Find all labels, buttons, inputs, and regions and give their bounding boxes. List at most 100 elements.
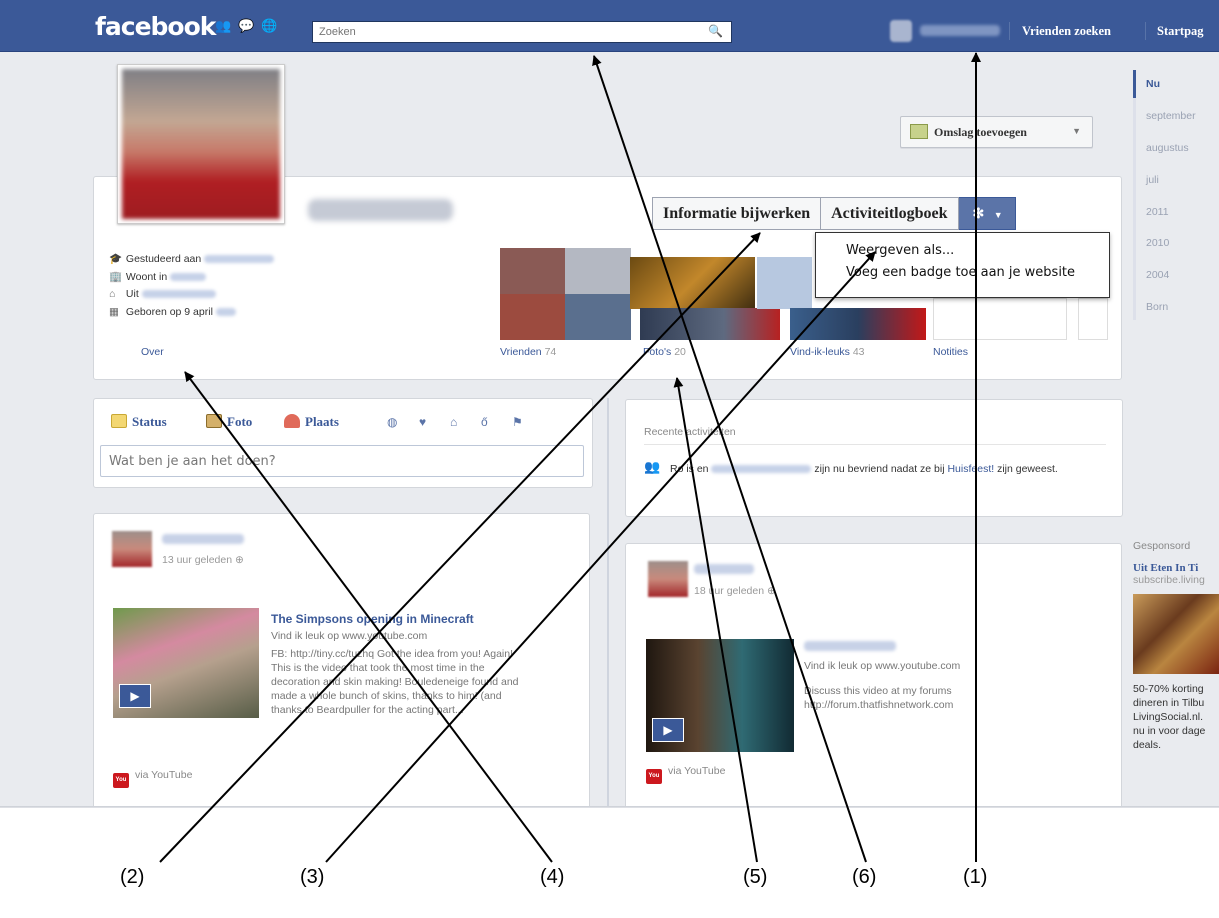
friend-photo [500,248,565,294]
video-thumbnail[interactable]: ▶ [646,639,794,752]
post-timestamp[interactable]: 18 uur geleden ⊕ [694,585,776,597]
recent-activity-name[interactable]: Ro is en [670,463,709,475]
notes-tile[interactable] [933,298,1067,340]
ad-title-link[interactable]: Uit Eten In Ti [1133,562,1219,574]
status-composer: Status Foto Plaats ◍ ♥ ⌂ ő ⚑ Wat ben je … [93,398,593,488]
profile-name [308,199,453,221]
messages-icon[interactable]: 💬 [238,19,254,33]
post-author-avatar[interactable] [648,561,688,597]
event-link[interactable]: Huisfeest! [947,463,994,475]
via-youtube-label: via YouTube [668,765,726,777]
post-author-avatar[interactable] [112,531,152,567]
video-title-link[interactable] [804,641,896,651]
ad-url[interactable]: subscribe.living [1133,574,1219,586]
more-tile[interactable] [1078,298,1108,340]
chevron-down-icon: ▼ [993,210,1003,220]
add-badge-menu-item[interactable]: Voeg een badge toe aan je website [816,265,1109,287]
post-timestamp[interactable]: 13 uur geleden ⊕ [162,554,244,566]
flag-icon[interactable]: ⚑ [512,415,523,429]
about-link[interactable]: Over [141,346,164,358]
add-cover-button[interactable]: Omslag toevoegen ▼ [900,116,1093,148]
ad-image[interactable] [1133,594,1219,674]
likes-tile[interactable] [790,308,926,340]
video-title-link[interactable]: The Simpsons opening in Minecraft [271,612,474,626]
status-input[interactable]: Wat ben je aan het doen? [100,445,584,477]
post-timestamp-text: 13 uur geleden [162,554,233,566]
activity-log-button[interactable]: Activiteitlogboek [821,197,959,230]
about-residence-label: Woont in [125,271,168,283]
about-residence: 🏢 Woont in [109,270,489,288]
photos-link[interactable]: Foto's 20 [643,346,686,358]
scrubber-item-august[interactable]: augustus [1146,142,1189,154]
search-input[interactable] [313,22,703,42]
search-icon[interactable]: 🔍 [708,24,723,38]
scrubber-item-2004[interactable]: 2004 [1146,269,1169,281]
view-as-menu-item[interactable]: Weergeven als... [816,243,1109,265]
scrubber-track [1133,70,1136,320]
screenshot-bottom-edge [0,806,1219,808]
photo-icon [910,124,928,139]
tab-photo[interactable]: Foto [206,414,252,430]
scrubber-item-2011[interactable]: 2011 [1146,206,1169,218]
likes-link[interactable]: Vind-ik-leuks 43 [790,346,865,358]
user-name-link[interactable] [920,25,1000,36]
facebook-logo[interactable]: facebook [95,12,216,41]
scrubber-item-2010[interactable]: 2010 [1146,237,1169,249]
globe-icon: ⊕ [766,585,776,597]
callout-label-6: (6) [852,866,877,888]
notes-link[interactable]: Notities [933,346,968,358]
photos-tile-featured[interactable] [630,257,755,309]
friend-requests-icon[interactable]: 👥 [215,19,231,33]
video-source: Vind ik leuk op www.youtube.com [804,660,961,672]
nav-divider [1145,22,1146,40]
scrubber-item-september[interactable]: september [1146,110,1196,122]
scrubber-item-now[interactable]: Nu [1146,78,1160,90]
settings-dropdown-menu: Weergeven als... Voeg een badge toe aan … [815,232,1110,298]
update-info-button[interactable]: Informatie bijwerken [652,197,822,230]
photos-count: 20 [674,346,686,358]
facebook-timeline-screenshot: facebook 👥 💬 🌐 🔍 Vrienden zoeken Startpa… [0,0,1219,808]
map-tile[interactable] [757,257,812,309]
video-thumbnail[interactable]: ▶ [113,608,259,718]
graduation-cap-icon: 🎓 [109,253,123,265]
callout-label-4: (4) [540,866,565,888]
life-event-icon[interactable]: ◍ [387,415,397,429]
user-avatar[interactable] [890,20,912,42]
home-icon[interactable]: ⌂ [450,415,457,429]
find-friends-link[interactable]: Vrienden zoeken [1022,24,1111,39]
play-icon[interactable]: ▶ [119,684,151,708]
friends-tile[interactable] [500,248,631,340]
ad-description: 50-70% korting dineren in Tilbu LivingSo… [1133,683,1206,751]
heart-icon[interactable]: ♥ [419,415,426,429]
calendar-icon: ▦ [109,306,119,318]
timeline-spine [607,398,609,808]
scrubber-item-born[interactable]: Born [1146,301,1168,313]
profile-picture[interactable] [117,64,285,224]
tab-status[interactable]: Status [111,414,167,430]
location-pin-icon [284,414,300,428]
via-youtube[interactable]: You via YouTube [113,769,192,788]
post-author-name[interactable] [694,564,754,574]
likes-link-label: Vind-ik-leuks [790,346,850,358]
settings-menu-button[interactable]: ✻ ▼ [958,197,1016,230]
search-box[interactable]: 🔍 [312,21,732,43]
youtube-icon: You [113,773,129,788]
callout-label-5: (5) [743,866,768,888]
notifications-icon[interactable]: 🌐 [261,19,277,33]
about-hometown: ⌂ Uit [109,288,489,306]
recent-activity-heading: Recente activiteiten [644,426,736,438]
recent-activity-text: Ro is en zijn nu bevriend nadat ze bij H… [670,461,1110,478]
top-navigation-bar: facebook 👥 💬 🌐 🔍 Vrienden zoeken Startpa… [0,0,1219,52]
friends-link[interactable]: Vrienden 74 [500,346,556,358]
health-icon[interactable]: ő [481,415,488,429]
photos-tile[interactable] [640,308,780,340]
post-timestamp-text: 18 uur geleden [694,585,765,597]
photo-icon [206,414,222,428]
profile-photo [122,69,280,219]
tab-place[interactable]: Plaats [284,414,339,430]
via-youtube[interactable]: You via YouTube [646,765,725,784]
home-link[interactable]: Startpag [1157,24,1204,39]
post-author-name[interactable] [162,534,244,544]
scrubber-item-july[interactable]: juli [1146,174,1159,186]
play-icon[interactable]: ▶ [652,718,684,742]
